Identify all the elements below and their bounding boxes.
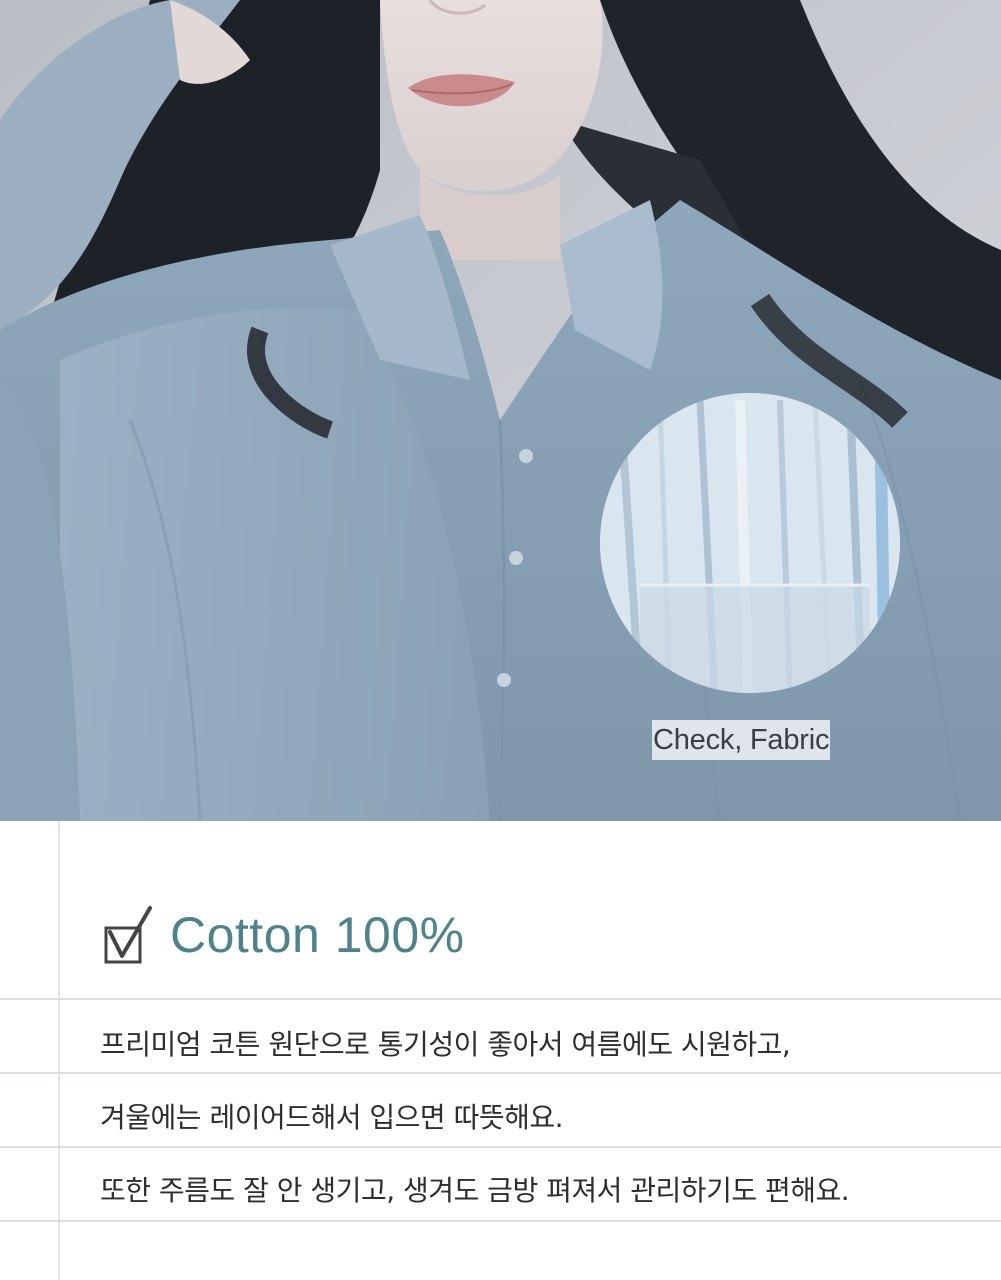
rule-line [0,998,1001,1000]
feature-heading-text: Cotton 100% [170,907,465,963]
fabric-caption: Check, Fabric [652,720,831,760]
product-photo: Check, Fabric [0,0,1001,821]
description-line-3: 또한 주름도 잘 안 생기고, 생겨도 금방 펴져서 관리하기도 편해요. [100,1174,850,1207]
notebook-margin-line [58,821,60,1280]
feature-section: Cotton 100% 프리미엄 코튼 원단으로 통기성이 좋아서 여름에도 시… [0,821,1001,1280]
feature-heading: Cotton 100% [100,893,465,977]
checkbox-checked-icon [104,906,152,964]
rule-line [0,1072,1001,1074]
model-illustration [0,0,1001,821]
description-line-1: 프리미엄 코튼 원단으로 통기성이 좋아서 여름에도 시원하고, [100,1028,791,1061]
rule-line [0,1146,1001,1148]
rule-line [0,1220,1001,1222]
description-line-2: 겨울에는 레이어드해서 입으면 따뜻해요. [100,1101,564,1134]
